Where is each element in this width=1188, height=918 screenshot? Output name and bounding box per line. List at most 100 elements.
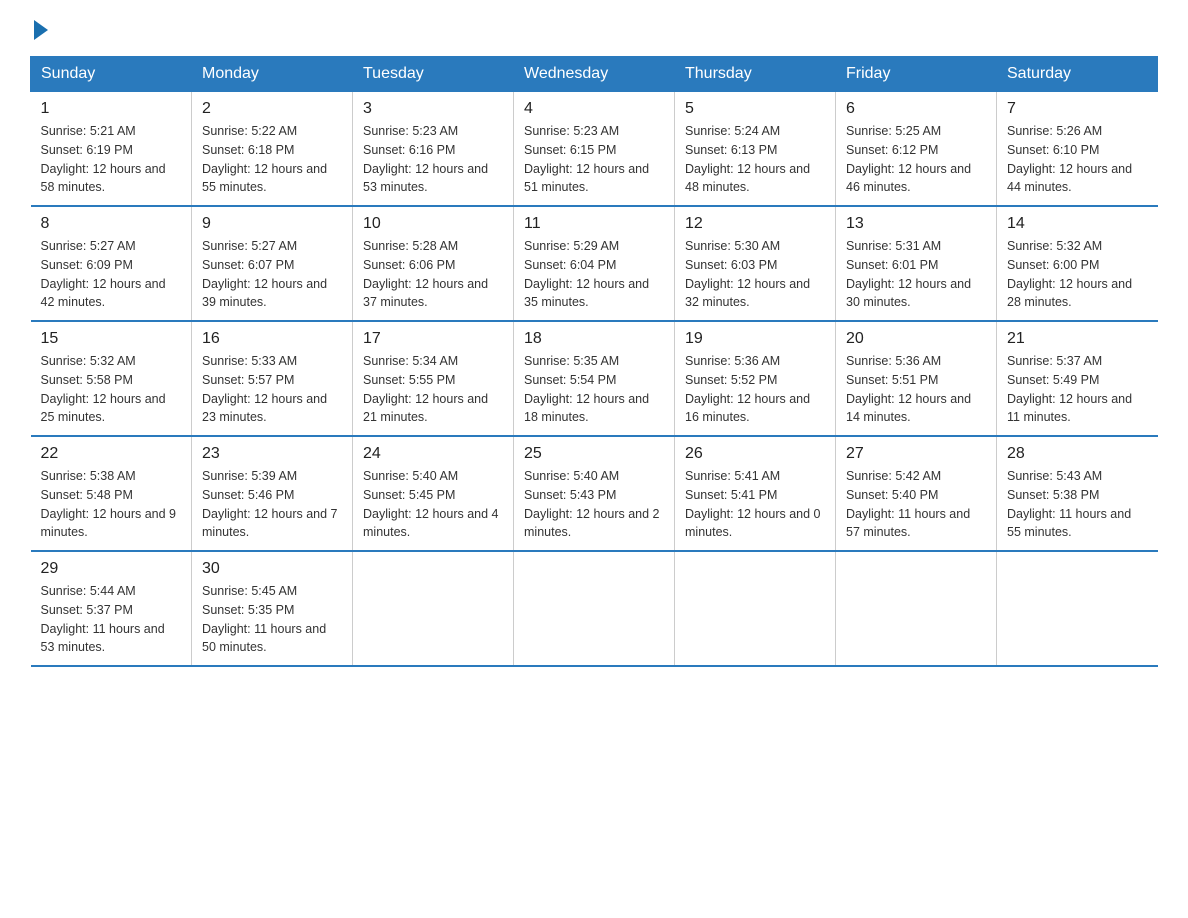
calendar-cell: 26 Sunrise: 5:41 AM Sunset: 5:41 PM Dayl… [675, 436, 836, 551]
calendar-week-row: 29 Sunrise: 5:44 AM Sunset: 5:37 PM Dayl… [31, 551, 1158, 666]
header-saturday: Saturday [997, 57, 1158, 92]
header-sunday: Sunday [31, 57, 192, 92]
day-info: Sunrise: 5:36 AM Sunset: 5:51 PM Dayligh… [846, 352, 986, 427]
day-info: Sunrise: 5:41 AM Sunset: 5:41 PM Dayligh… [685, 467, 825, 542]
header-wednesday: Wednesday [514, 57, 675, 92]
calendar-week-row: 22 Sunrise: 5:38 AM Sunset: 5:48 PM Dayl… [31, 436, 1158, 551]
logo [30, 20, 48, 36]
calendar-cell: 9 Sunrise: 5:27 AM Sunset: 6:07 PM Dayli… [192, 206, 353, 321]
calendar-cell [836, 551, 997, 666]
header-friday: Friday [836, 57, 997, 92]
day-number: 12 [685, 215, 825, 233]
day-number: 1 [41, 100, 182, 118]
day-number: 2 [202, 100, 342, 118]
calendar-cell: 10 Sunrise: 5:28 AM Sunset: 6:06 PM Dayl… [353, 206, 514, 321]
calendar-cell: 21 Sunrise: 5:37 AM Sunset: 5:49 PM Dayl… [997, 321, 1158, 436]
day-number: 28 [1007, 445, 1148, 463]
day-number: 4 [524, 100, 664, 118]
calendar-cell [514, 551, 675, 666]
day-info: Sunrise: 5:29 AM Sunset: 6:04 PM Dayligh… [524, 237, 664, 312]
header-monday: Monday [192, 57, 353, 92]
day-info: Sunrise: 5:31 AM Sunset: 6:01 PM Dayligh… [846, 237, 986, 312]
day-number: 26 [685, 445, 825, 463]
logo-arrow-icon [34, 20, 48, 40]
day-number: 24 [363, 445, 503, 463]
day-info: Sunrise: 5:42 AM Sunset: 5:40 PM Dayligh… [846, 467, 986, 542]
page-header [30, 20, 1158, 36]
calendar-table: SundayMondayTuesdayWednesdayThursdayFrid… [30, 56, 1158, 667]
day-info: Sunrise: 5:35 AM Sunset: 5:54 PM Dayligh… [524, 352, 664, 427]
calendar-cell: 24 Sunrise: 5:40 AM Sunset: 5:45 PM Dayl… [353, 436, 514, 551]
header-thursday: Thursday [675, 57, 836, 92]
day-number: 22 [41, 445, 182, 463]
day-number: 16 [202, 330, 342, 348]
calendar-cell: 7 Sunrise: 5:26 AM Sunset: 6:10 PM Dayli… [997, 92, 1158, 207]
day-number: 5 [685, 100, 825, 118]
calendar-cell [353, 551, 514, 666]
calendar-cell: 6 Sunrise: 5:25 AM Sunset: 6:12 PM Dayli… [836, 92, 997, 207]
day-number: 21 [1007, 330, 1148, 348]
day-info: Sunrise: 5:38 AM Sunset: 5:48 PM Dayligh… [41, 467, 182, 542]
calendar-week-row: 15 Sunrise: 5:32 AM Sunset: 5:58 PM Dayl… [31, 321, 1158, 436]
day-info: Sunrise: 5:30 AM Sunset: 6:03 PM Dayligh… [685, 237, 825, 312]
calendar-week-row: 1 Sunrise: 5:21 AM Sunset: 6:19 PM Dayli… [31, 92, 1158, 207]
calendar-cell: 29 Sunrise: 5:44 AM Sunset: 5:37 PM Dayl… [31, 551, 192, 666]
day-number: 19 [685, 330, 825, 348]
day-info: Sunrise: 5:44 AM Sunset: 5:37 PM Dayligh… [41, 582, 182, 657]
calendar-cell: 15 Sunrise: 5:32 AM Sunset: 5:58 PM Dayl… [31, 321, 192, 436]
day-number: 8 [41, 215, 182, 233]
day-number: 11 [524, 215, 664, 233]
day-info: Sunrise: 5:26 AM Sunset: 6:10 PM Dayligh… [1007, 122, 1148, 197]
day-info: Sunrise: 5:45 AM Sunset: 5:35 PM Dayligh… [202, 582, 342, 657]
day-number: 18 [524, 330, 664, 348]
day-info: Sunrise: 5:40 AM Sunset: 5:45 PM Dayligh… [363, 467, 503, 542]
day-number: 15 [41, 330, 182, 348]
calendar-cell: 27 Sunrise: 5:42 AM Sunset: 5:40 PM Dayl… [836, 436, 997, 551]
calendar-cell [997, 551, 1158, 666]
day-info: Sunrise: 5:39 AM Sunset: 5:46 PM Dayligh… [202, 467, 342, 542]
day-number: 6 [846, 100, 986, 118]
day-number: 9 [202, 215, 342, 233]
day-info: Sunrise: 5:28 AM Sunset: 6:06 PM Dayligh… [363, 237, 503, 312]
day-number: 10 [363, 215, 503, 233]
day-info: Sunrise: 5:24 AM Sunset: 6:13 PM Dayligh… [685, 122, 825, 197]
day-info: Sunrise: 5:32 AM Sunset: 6:00 PM Dayligh… [1007, 237, 1148, 312]
day-info: Sunrise: 5:23 AM Sunset: 6:15 PM Dayligh… [524, 122, 664, 197]
day-number: 27 [846, 445, 986, 463]
day-number: 30 [202, 560, 342, 578]
day-info: Sunrise: 5:23 AM Sunset: 6:16 PM Dayligh… [363, 122, 503, 197]
calendar-cell: 8 Sunrise: 5:27 AM Sunset: 6:09 PM Dayli… [31, 206, 192, 321]
calendar-cell: 11 Sunrise: 5:29 AM Sunset: 6:04 PM Dayl… [514, 206, 675, 321]
day-info: Sunrise: 5:21 AM Sunset: 6:19 PM Dayligh… [41, 122, 182, 197]
day-info: Sunrise: 5:34 AM Sunset: 5:55 PM Dayligh… [363, 352, 503, 427]
calendar-cell: 19 Sunrise: 5:36 AM Sunset: 5:52 PM Dayl… [675, 321, 836, 436]
day-info: Sunrise: 5:27 AM Sunset: 6:09 PM Dayligh… [41, 237, 182, 312]
calendar-cell: 14 Sunrise: 5:32 AM Sunset: 6:00 PM Dayl… [997, 206, 1158, 321]
calendar-cell: 1 Sunrise: 5:21 AM Sunset: 6:19 PM Dayli… [31, 92, 192, 207]
calendar-cell: 20 Sunrise: 5:36 AM Sunset: 5:51 PM Dayl… [836, 321, 997, 436]
day-number: 20 [846, 330, 986, 348]
calendar-cell: 4 Sunrise: 5:23 AM Sunset: 6:15 PM Dayli… [514, 92, 675, 207]
day-info: Sunrise: 5:25 AM Sunset: 6:12 PM Dayligh… [846, 122, 986, 197]
calendar-cell: 13 Sunrise: 5:31 AM Sunset: 6:01 PM Dayl… [836, 206, 997, 321]
day-number: 3 [363, 100, 503, 118]
day-info: Sunrise: 5:22 AM Sunset: 6:18 PM Dayligh… [202, 122, 342, 197]
calendar-cell: 25 Sunrise: 5:40 AM Sunset: 5:43 PM Dayl… [514, 436, 675, 551]
day-number: 25 [524, 445, 664, 463]
day-info: Sunrise: 5:33 AM Sunset: 5:57 PM Dayligh… [202, 352, 342, 427]
day-number: 17 [363, 330, 503, 348]
day-number: 7 [1007, 100, 1148, 118]
day-info: Sunrise: 5:27 AM Sunset: 6:07 PM Dayligh… [202, 237, 342, 312]
calendar-cell: 18 Sunrise: 5:35 AM Sunset: 5:54 PM Dayl… [514, 321, 675, 436]
day-number: 14 [1007, 215, 1148, 233]
calendar-cell: 12 Sunrise: 5:30 AM Sunset: 6:03 PM Dayl… [675, 206, 836, 321]
calendar-cell: 22 Sunrise: 5:38 AM Sunset: 5:48 PM Dayl… [31, 436, 192, 551]
day-info: Sunrise: 5:43 AM Sunset: 5:38 PM Dayligh… [1007, 467, 1148, 542]
day-info: Sunrise: 5:36 AM Sunset: 5:52 PM Dayligh… [685, 352, 825, 427]
calendar-header-row: SundayMondayTuesdayWednesdayThursdayFrid… [31, 57, 1158, 92]
calendar-cell: 2 Sunrise: 5:22 AM Sunset: 6:18 PM Dayli… [192, 92, 353, 207]
calendar-cell: 17 Sunrise: 5:34 AM Sunset: 5:55 PM Dayl… [353, 321, 514, 436]
day-number: 13 [846, 215, 986, 233]
calendar-cell [675, 551, 836, 666]
day-info: Sunrise: 5:37 AM Sunset: 5:49 PM Dayligh… [1007, 352, 1148, 427]
